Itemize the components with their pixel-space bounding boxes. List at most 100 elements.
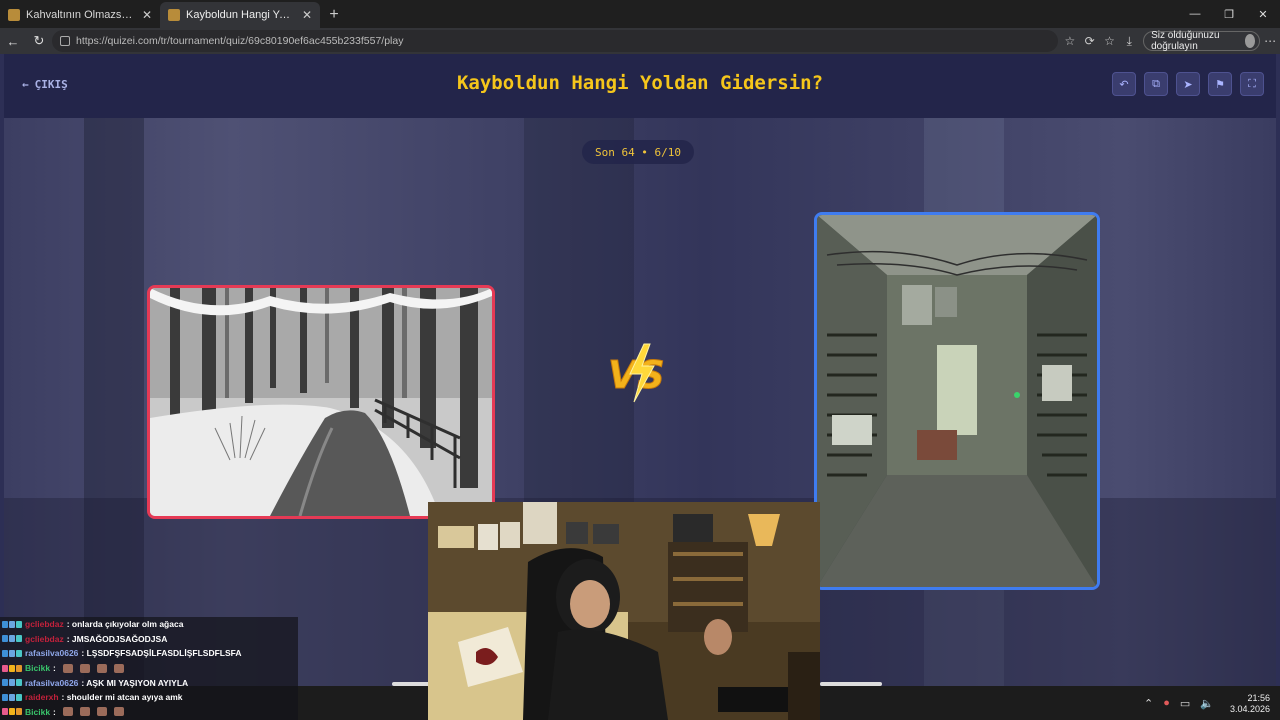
favorite-star-icon[interactable]: ☆ [1060, 28, 1080, 54]
favicon-icon [168, 9, 180, 21]
chat-username: rafasilva0626 [25, 677, 79, 688]
round-badge: Son 64 • 6/10 [582, 140, 694, 164]
emote-icon [113, 707, 124, 717]
badge-icon [2, 664, 8, 672]
badge-icon [9, 635, 15, 643]
emote-icon [62, 707, 73, 717]
restore-icon[interactable]: ❐ [1212, 0, 1246, 28]
share-icon[interactable]: ⧉ [1144, 72, 1168, 96]
browser-tab-bar: Kahvaltının Olmazsa Olmazı - Tier ✕ Kayb… [0, 0, 1280, 28]
chat-message: rafasilva0626 : AŞK MI YAŞIYON AYIYLA [0, 675, 298, 690]
send-icon[interactable]: ➤ [1176, 72, 1200, 96]
favicon-icon [8, 9, 20, 21]
site-header: ← ÇIKIŞ Kayboldun Hangi Yoldan Gidersin?… [4, 54, 1276, 118]
chat-text: : LŞSDFŞFSADŞİLFASDLİŞFLSDFLSFA [81, 648, 242, 659]
chat-username: gcliebdaz [25, 633, 64, 644]
badge-icon [9, 693, 15, 701]
new-tab-icon[interactable]: + [320, 2, 348, 28]
badge-icon [2, 620, 8, 628]
close-tab-icon[interactable]: ✕ [142, 8, 152, 22]
chat-username: Bicikk [25, 706, 51, 717]
chat-message: Bicikk : [0, 661, 298, 676]
badge-icon [16, 635, 22, 643]
badge-icon [16, 679, 22, 687]
chat-message: Bicikk : [0, 705, 298, 720]
browser-toolbar: ☆ ⟳ ☆ ⤓ Siz olduğunuzu doğrulayın ⋯ [1060, 28, 1280, 54]
header-actions: ↶ ⧉ ➤ ⚑ ⛶ [1112, 72, 1264, 96]
vs-icon: VS [608, 343, 665, 403]
emote-icon [79, 663, 90, 673]
choice-card-right[interactable] [814, 212, 1100, 590]
chat-username: rafasilva0626 [25, 648, 79, 659]
downloads-icon[interactable]: ⤓ [1119, 28, 1139, 54]
chat-text: : JMSAĞODJSAĞODJSA [66, 633, 168, 644]
chat-username: Bicikk [25, 663, 51, 674]
emote-icon [113, 663, 124, 673]
badge-icon [9, 708, 15, 716]
badge-icon [9, 679, 15, 687]
close-tab-icon[interactable]: ✕ [302, 8, 312, 22]
badge-icon [16, 649, 22, 657]
chat-message: gcliebdaz : onlarda çıkıyolar olm ağaca [0, 617, 298, 632]
emote-icon [62, 663, 73, 673]
close-window-icon[interactable]: ✕ [1246, 0, 1280, 28]
user-badges [2, 664, 22, 672]
url-field[interactable]: https://quizei.com/tr/tournament/quiz/69… [52, 30, 1058, 52]
webcam-image [428, 502, 820, 720]
emote-icon [96, 707, 107, 717]
badge-icon [2, 679, 8, 687]
badge-icon [9, 664, 15, 672]
badge-icon [16, 708, 22, 716]
chat-text: : AŞK MI YAŞIYON AYIYLA [81, 677, 189, 688]
clock[interactable]: 21:56 3.04.2026 [1220, 693, 1270, 715]
chat-text: : onlarda çıkıyolar olm ağaca [66, 619, 184, 630]
minimize-icon[interactable]: — [1178, 0, 1212, 28]
verify-identity-button[interactable]: Siz olduğunuzu doğrulayın [1143, 30, 1261, 52]
chat-text: : [53, 663, 56, 674]
refresh-icon[interactable]: ↻ [26, 28, 52, 54]
chat-text: : shoulder mi atcan ayıya amk [61, 692, 183, 703]
back-icon[interactable]: ← [0, 28, 26, 54]
badge-icon [2, 649, 8, 657]
tab-quiz[interactable]: Kayboldun Hangi Yoldan Gidersin? ✕ [160, 2, 320, 28]
extensions-icon[interactable]: ⟳ [1080, 28, 1100, 54]
badge-icon [16, 693, 22, 701]
user-badges [2, 649, 22, 657]
undo-icon[interactable]: ↶ [1112, 72, 1136, 96]
chat-message: rafasilva0626 : LŞSDFŞFSADŞİLFASDLİŞFLSD… [0, 646, 298, 661]
fullscreen-icon[interactable]: ⛶ [1240, 72, 1264, 96]
badge-icon [16, 620, 22, 628]
favorites-icon[interactable]: ☆ [1100, 28, 1120, 54]
verify-label: Siz olduğunuzu doğrulayın [1151, 30, 1220, 52]
chat-message: gcliebdaz : JMSAĞODJSAĞODJSA [0, 632, 298, 647]
corridor-image [817, 215, 1097, 587]
badge-icon [2, 635, 8, 643]
window-controls: — ❐ ✕ [1178, 0, 1280, 28]
user-badges [2, 620, 22, 628]
site-info-icon[interactable] [60, 36, 70, 46]
badge-icon [2, 693, 8, 701]
emote-icon [96, 663, 107, 673]
avatar [1244, 34, 1256, 48]
choice-card-left[interactable] [147, 285, 495, 519]
chat-text: : [53, 706, 56, 717]
user-badges [2, 679, 22, 687]
chat-username: gcliebdaz [25, 619, 64, 630]
badge-icon [2, 708, 8, 716]
tab-tier-list[interactable]: Kahvaltının Olmazsa Olmazı - Tier ✕ [0, 2, 160, 28]
microphone-icon[interactable]: ● [1163, 697, 1170, 709]
chat-message: raiderxh : shoulder mi atcan ayıya amk [0, 690, 298, 705]
clock-date: 3.04.2026 [1229, 704, 1270, 714]
address-bar: ← ↻ https://quizei.com/tr/tournament/qui… [0, 28, 1280, 54]
badge-icon [9, 649, 15, 657]
flag-icon[interactable]: ⚑ [1208, 72, 1232, 96]
badge-icon [9, 620, 15, 628]
system-tray: ⌃ ● ▭ 🔈 [1144, 686, 1214, 720]
user-badges [2, 635, 22, 643]
tab-label: Kahvaltının Olmazsa Olmazı - Tier [26, 9, 136, 21]
volume-icon[interactable]: 🔈 [1200, 697, 1214, 710]
chevron-up-icon[interactable]: ⌃ [1144, 697, 1153, 710]
snowy-forest-image [150, 288, 492, 516]
display-icon[interactable]: ▭ [1180, 697, 1190, 710]
more-icon[interactable]: ⋯ [1260, 28, 1280, 54]
